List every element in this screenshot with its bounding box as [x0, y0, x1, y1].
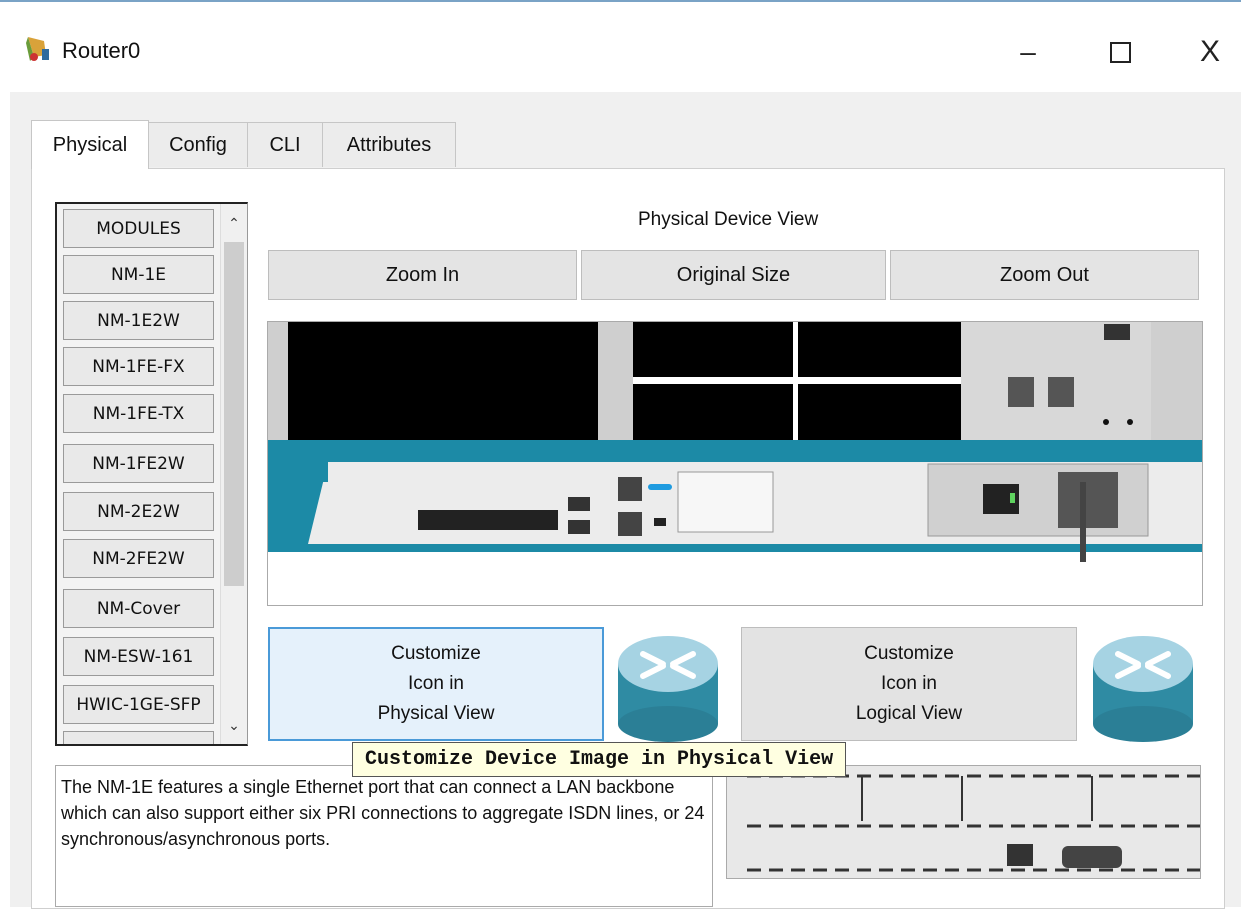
- minimize-icon: –: [1020, 36, 1036, 67]
- physical-device-view[interactable]: [267, 321, 1203, 606]
- tab-physical[interactable]: Physical: [31, 120, 149, 169]
- tab-attributes[interactable]: Attributes: [322, 122, 456, 167]
- dialog-client-area: Physical Config CLI Attributes MODULES N…: [10, 92, 1241, 909]
- zoom-in-button[interactable]: Zoom In: [268, 250, 577, 300]
- chevron-down-icon[interactable]: ⌄: [221, 710, 247, 740]
- module-item-nm-cover[interactable]: NM-Cover: [63, 589, 214, 628]
- module-item-nm-1fe-tx[interactable]: NM-1FE-TX: [63, 394, 214, 433]
- module-item-nm-2fe2w[interactable]: NM-2FE2W: [63, 539, 214, 578]
- customize-logical-line-2: Icon in: [881, 673, 937, 694]
- module-item-nm-1e2w[interactable]: NM-1E2W: [63, 301, 214, 340]
- module-item-hwic-1ge-sfp[interactable]: HWIC-1GE-SFP: [63, 685, 214, 724]
- chevron-up-icon[interactable]: ⌃: [221, 208, 247, 238]
- module-item-nm-1fe2w[interactable]: NM-1FE2W: [63, 444, 214, 483]
- router-app-icon: [26, 37, 49, 61]
- tab-config[interactable]: Config: [148, 122, 248, 167]
- customize-tooltip: Customize Device Image in Physical View: [352, 742, 847, 777]
- modules-scrollbar[interactable]: ⌃ ⌄: [220, 204, 247, 744]
- module-item-partial[interactable]: [63, 731, 214, 744]
- close-button[interactable]: X: [1180, 24, 1240, 80]
- customize-logical-line-3: Logical View: [855, 703, 963, 724]
- physical-device-view-title: Physical Device View: [638, 209, 819, 230]
- modules-header: MODULES: [63, 209, 214, 248]
- maximize-icon: [1109, 41, 1131, 63]
- module-item-nm-1e[interactable]: NM-1E: [63, 255, 214, 294]
- customize-physical-line-1: Customize: [391, 643, 481, 664]
- customize-physical-line-3: Physical View: [377, 703, 495, 724]
- tab-cli[interactable]: CLI: [247, 122, 323, 167]
- window-title: Router0: [62, 38, 141, 63]
- original-size-button[interactable]: Original Size: [581, 250, 886, 300]
- customize-logical-line-1: Customize: [864, 643, 954, 664]
- customize-icon-logical-view-button[interactable]: Customize Icon in Logical View: [741, 627, 1077, 741]
- nm-module-image: [727, 766, 1200, 878]
- maximize-button[interactable]: [1090, 24, 1150, 80]
- title-bar: Router0 – X: [0, 2, 1241, 92]
- customize-icon-physical-view-button[interactable]: Customize Icon in Physical View: [268, 627, 604, 741]
- modules-list[interactable]: MODULES NM-1E NM-1E2W NM-1FE-FX NM-1FE-T…: [55, 202, 248, 746]
- router-chassis-image: [268, 322, 1202, 605]
- customize-physical-line-2: Icon in: [408, 673, 464, 694]
- close-icon: X: [1199, 35, 1220, 68]
- minimize-button[interactable]: –: [998, 24, 1058, 80]
- module-item-nm-esw-161[interactable]: NM-ESW-161: [63, 637, 214, 676]
- module-preview-image: [726, 765, 1201, 879]
- zoom-out-button[interactable]: Zoom Out: [890, 250, 1199, 300]
- scrollbar-thumb[interactable]: [224, 242, 244, 586]
- module-item-nm-1fe-fx[interactable]: NM-1FE-FX: [63, 347, 214, 386]
- router-logical-icon: [1093, 636, 1193, 742]
- module-description: The NM-1E features a single Ethernet por…: [55, 765, 713, 907]
- module-item-nm-2e2w[interactable]: NM-2E2W: [63, 492, 214, 531]
- router-physical-icon: [618, 636, 718, 742]
